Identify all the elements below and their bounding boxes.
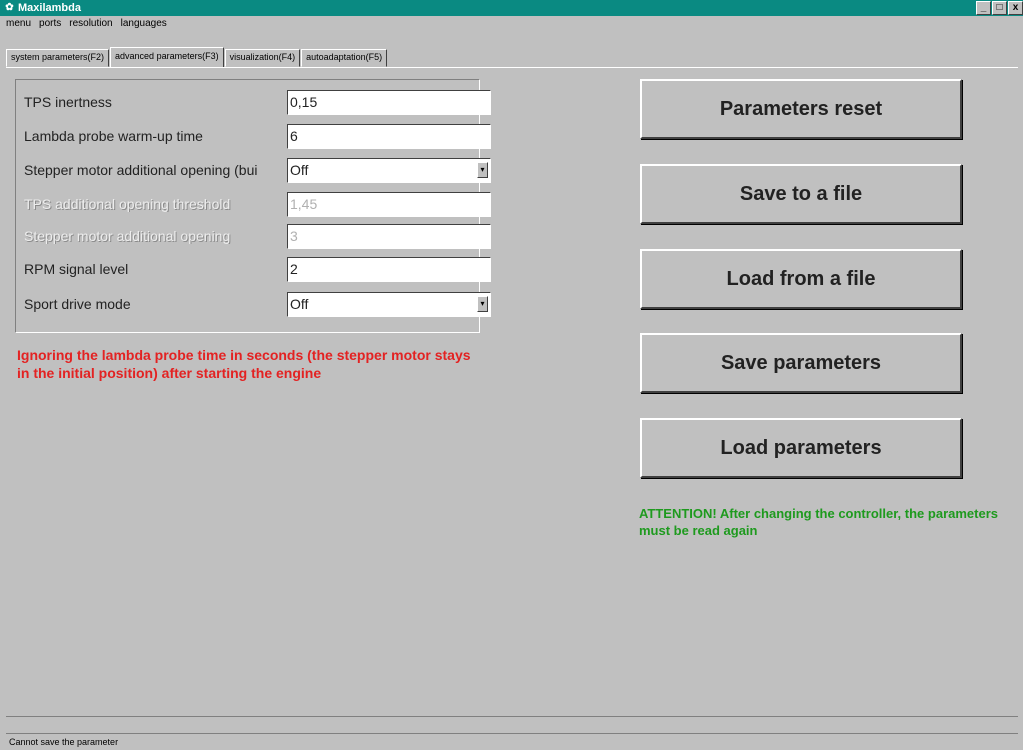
chevron-down-icon[interactable]: ▾	[477, 296, 488, 312]
stepper-opening-input: 3	[287, 224, 491, 249]
tab-strip: system parameters(F2) advanced parameter…	[6, 47, 388, 68]
param-row-tps-threshold: TPS additional opening threshold 1,45	[24, 192, 491, 217]
parameter-hint: Ignoring the lambda probe time in second…	[17, 347, 471, 381]
param-row-sport-drive: Sport drive mode Off ▾	[24, 292, 491, 317]
menu-item-resolution[interactable]: resolution	[69, 16, 112, 31]
param-label: RPM signal level	[24, 261, 129, 277]
tps-inertness-input[interactable]: 0,15	[287, 90, 491, 115]
chevron-down-icon[interactable]: ▾	[477, 162, 488, 178]
select-value: Off	[290, 296, 309, 312]
param-label: TPS additional opening threshold	[24, 196, 231, 212]
param-label: TPS inertness	[24, 94, 112, 110]
status-bar: Cannot save the parameter	[6, 733, 1018, 749]
attention-message: ATTENTION! After changing the controller…	[639, 506, 998, 538]
menu-item-languages[interactable]: languages	[121, 16, 167, 31]
load-parameters-button[interactable]: Load parameters	[640, 418, 962, 478]
menu-item-menu[interactable]: menu	[6, 16, 31, 31]
close-button[interactable]: x	[1008, 1, 1023, 15]
param-label: Lambda probe warm-up time	[24, 128, 203, 144]
tab-visualization[interactable]: visualization(F4)	[224, 49, 301, 67]
stepper-additional-select[interactable]: Off ▾	[287, 158, 491, 183]
param-row-rpm-signal: RPM signal level 2	[24, 257, 491, 282]
title-bar: ✿ Maxilambda _ □ x	[0, 0, 1023, 16]
tab-autoadaptation[interactable]: autoadaptation(F5)	[301, 49, 388, 67]
tab-divider	[6, 67, 1018, 68]
param-label: Sport drive mode	[24, 296, 131, 312]
menu-item-ports[interactable]: ports	[39, 16, 61, 31]
sport-drive-select[interactable]: Off ▾	[287, 292, 491, 317]
select-value: Off	[290, 162, 309, 178]
minimize-button[interactable]: _	[976, 1, 991, 15]
window-controls: _ □ x	[976, 1, 1023, 15]
param-label: Stepper motor additional opening (bui	[24, 162, 258, 178]
param-label: Stepper motor additional opening	[24, 228, 231, 244]
window-title: Maxilambda	[18, 2, 81, 14]
tab-advanced-parameters[interactable]: advanced parameters(F3)	[110, 47, 224, 68]
param-row-tps-inertness: TPS inertness 0,15	[24, 90, 491, 115]
load-from-file-button[interactable]: Load from a file	[640, 249, 962, 309]
param-row-lambda-warmup: Lambda probe warm-up time 6	[24, 124, 491, 149]
parameters-reset-button[interactable]: Parameters reset	[640, 79, 962, 139]
lambda-warmup-input[interactable]: 6	[287, 124, 491, 149]
save-to-file-button[interactable]: Save to a file	[640, 164, 962, 224]
save-parameters-button[interactable]: Save parameters	[640, 333, 962, 393]
app-icon: ✿	[5, 2, 14, 13]
tab-system-parameters[interactable]: system parameters(F2)	[6, 49, 110, 67]
rpm-signal-input[interactable]: 2	[287, 257, 491, 282]
maximize-button[interactable]: □	[992, 1, 1007, 15]
status-divider	[6, 716, 1018, 717]
tps-threshold-input: 1,45	[287, 192, 491, 217]
param-row-stepper-bui: Stepper motor additional opening (bui Of…	[24, 158, 491, 183]
param-row-stepper-opening: Stepper motor additional opening 3	[24, 224, 491, 249]
menu-bar: menu ports resolution languages	[0, 16, 1023, 31]
